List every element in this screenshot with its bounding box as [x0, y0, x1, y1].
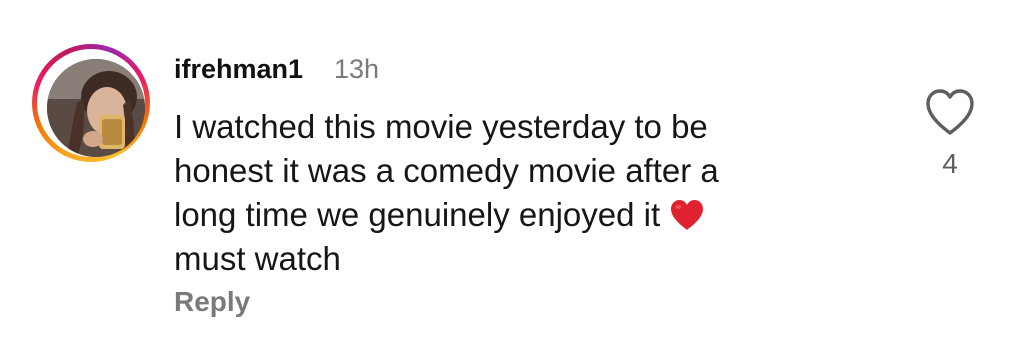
username-link[interactable]: ifrehman1 — [174, 54, 303, 85]
comment-timestamp: 13h — [334, 54, 380, 84]
like-button[interactable] — [922, 86, 978, 138]
like-count: 4 — [942, 148, 958, 179]
comment-item: ifrehman1 13h I watched this movie yeste… — [0, 0, 1024, 346]
comment-text-line: must watch — [174, 240, 341, 277]
heart-outline-icon — [926, 89, 974, 135]
red-heart-emoji — [671, 200, 704, 230]
reply-button[interactable]: Reply — [174, 286, 250, 318]
comment-text-line: honest it was a comedy movie after a — [174, 152, 719, 189]
comment-text: I watched this movie yesterday to be hon… — [174, 105, 874, 281]
avatar-story-ring[interactable] — [32, 44, 150, 162]
profile-photo — [47, 59, 145, 157]
avatar — [47, 59, 145, 157]
comment-text-line: long time we genuinely enjoyed it — [174, 193, 874, 237]
comment-text-line: I watched this movie yesterday to be — [174, 108, 708, 145]
